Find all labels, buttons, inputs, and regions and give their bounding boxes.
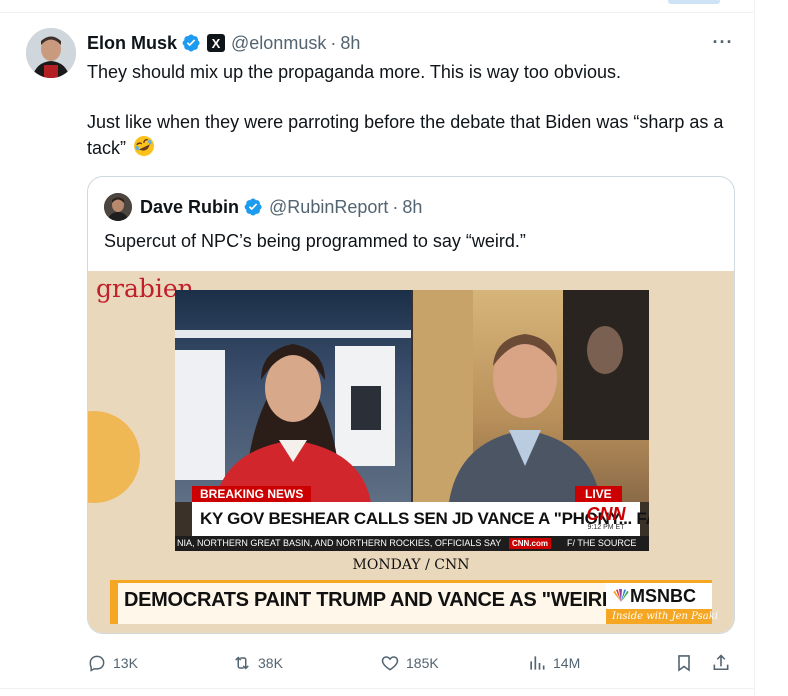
quoted-header: Dave Rubin @RubinReport · 8h (140, 195, 422, 219)
tweet-text-paragraph: Just like when they were parroting befor… (87, 110, 737, 164)
reply-icon (89, 655, 105, 672)
video-left-panel (175, 290, 411, 502)
ticker-source: F/ THE SOURCE (567, 538, 637, 548)
tweet-text: They should mix up the propaganda more. … (87, 60, 737, 164)
quoted-avatar[interactable] (104, 193, 132, 221)
tweet-text-paragraph: They should mix up the propaganda more. … (87, 62, 621, 82)
heart-icon (381, 656, 399, 671)
column-divider (754, 0, 755, 696)
quoted-tweet[interactable]: Dave Rubin @RubinReport · 8h Supercut of… (87, 176, 735, 634)
cnn-time: 9:12 PM ET (587, 524, 625, 531)
ticker-badge: CNN.com (509, 538, 552, 549)
bookmark-icon (678, 655, 690, 672)
msnbc-banner: DEMOCRATS PAINT TRUMP AND VANCE AS "WEIR… (110, 580, 718, 624)
video-player[interactable]: grabien BREAKING NEWS LIVE KY GOV BESHEA… (88, 271, 734, 633)
author-name[interactable]: Elon Musk (87, 33, 177, 54)
news-ticker: NIA, NORTHERN GREAT BASIN, AND NORTHERN … (175, 536, 649, 551)
bookmark-button[interactable] (674, 650, 694, 676)
msnbc-logo: MSNBC (612, 586, 696, 607)
verified-badge-icon (243, 197, 263, 217)
peacock-icon (613, 588, 629, 602)
repost-button[interactable]: 38K (232, 650, 283, 676)
tweet-header: Elon Musk X @elonmusk · 8h (87, 31, 360, 55)
separator-dot: · (392, 196, 399, 217)
views-button[interactable]: 14M (527, 650, 580, 676)
ticker-text: NIA, NORTHERN GREAT BASIN, AND NORTHERN … (177, 538, 502, 548)
action-bar: 13K 38K 185K 14M (87, 650, 737, 676)
share-button[interactable] (711, 650, 731, 676)
quoted-time[interactable]: 8h (402, 197, 422, 218)
live-label: LIVE (575, 486, 622, 502)
tweet-time[interactable]: 8h (340, 33, 360, 54)
share-icon (713, 654, 729, 671)
more-horizontal-icon[interactable]: ··· (710, 31, 736, 53)
bottom-divider (0, 688, 754, 689)
msnbc-logo-text: MSNBC (630, 586, 696, 606)
decorative-sun (88, 411, 140, 503)
msnbc-logo-box: MSNBC Inside with Jen Psaki (606, 583, 718, 624)
banner-text: DEMOCRATS PAINT TRUMP AND VANCE AS "WEIR… (124, 589, 626, 611)
top-scroll-indicator (668, 0, 720, 4)
repost-count: 38K (258, 655, 283, 671)
cnn-logo: CNN (586, 504, 626, 524)
quoted-author-handle[interactable]: @RubinReport (269, 197, 388, 218)
top-divider (0, 12, 754, 13)
reply-button[interactable]: 13K (87, 650, 138, 676)
like-button[interactable]: 185K (380, 650, 439, 676)
banner-accent (110, 583, 118, 624)
video-caption: MONDAY / CNN (352, 557, 470, 573)
video-right-panel (413, 290, 649, 502)
breaking-news-label: BREAKING NEWS (192, 486, 312, 502)
tweet-text-span: Just like when they were parroting befor… (87, 112, 724, 158)
reply-count: 13K (113, 655, 138, 671)
x-affiliate-icon: X (207, 34, 226, 52)
repost-icon (235, 656, 249, 670)
show-name: Inside with Jen Psaki (606, 609, 718, 624)
video-frame: BREAKING NEWS LIVE KY GOV BESHEAR CALLS … (175, 290, 649, 551)
cnn-logo-box: CNN 9:12 PM ET (581, 505, 631, 533)
quoted-text: Supercut of NPC’s being programmed to sa… (104, 231, 526, 251)
avatar[interactable] (26, 28, 76, 78)
separator-dot: · (330, 32, 337, 53)
quoted-author-name[interactable]: Dave Rubin (140, 197, 239, 218)
rolling-laughing-emoji-icon (133, 135, 155, 164)
like-count: 185K (406, 655, 439, 671)
views-count: 14M (553, 655, 581, 671)
headline-bar: KY GOV BESHEAR CALLS SEN JD VANCE A "PHO… (192, 502, 649, 536)
views-chart-icon (530, 656, 545, 670)
author-handle[interactable]: @elonmusk (231, 33, 326, 54)
verified-badge-icon (181, 33, 201, 53)
